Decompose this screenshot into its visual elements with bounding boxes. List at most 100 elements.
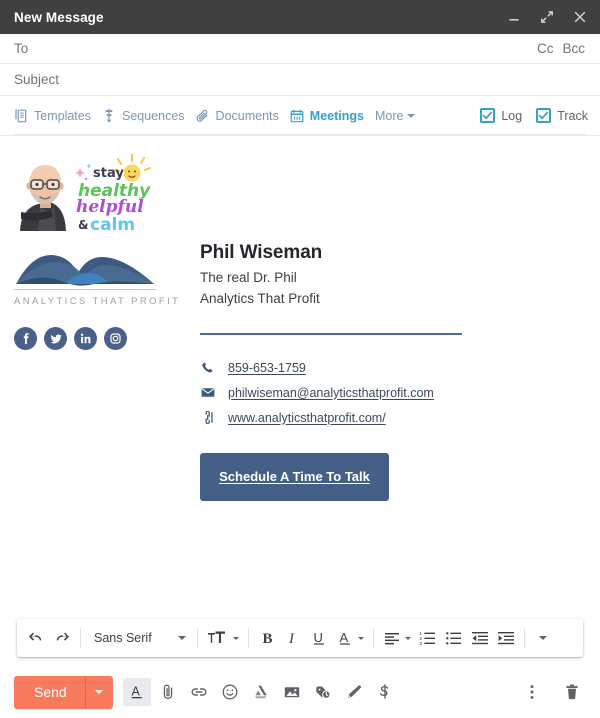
chevron-down-icon: [357, 636, 364, 640]
svg-text:helpful: helpful: [76, 197, 144, 217]
emoji-icon[interactable]: [216, 678, 244, 706]
bcc-button[interactable]: Bcc: [562, 41, 585, 56]
documents-button[interactable]: Documents: [196, 108, 279, 123]
text-color-button[interactable]: A: [332, 623, 368, 653]
indent-button[interactable]: [493, 623, 519, 653]
email-link[interactable]: philwiseman@analyticsthatprofit.com: [228, 386, 434, 400]
logo-wordmark: ANALYTICS THAT PROFIT: [14, 296, 181, 307]
track-toggle[interactable]: Track: [536, 108, 588, 123]
cc-button[interactable]: Cc: [537, 41, 554, 56]
image-icon[interactable]: [278, 678, 306, 706]
numbered-list-button[interactable]: 1 2 3: [415, 623, 441, 653]
more-formatting-button[interactable]: [530, 623, 556, 653]
logo-divider: [14, 289, 156, 290]
hubspot-toggles: Log Track: [480, 108, 588, 123]
website-link[interactable]: www.analyticsthatprofit.com/: [228, 411, 386, 425]
contact-email-row: philwiseman@analyticsthatprofit.com: [200, 386, 600, 400]
format-toolbar-wrap: Sans Serif B I U A 1 2 3: [0, 610, 600, 666]
track-label: Track: [557, 108, 588, 123]
expand-button[interactable]: [539, 9, 555, 25]
mountain-logo-icon: [16, 254, 154, 286]
instagram-icon[interactable]: [104, 327, 127, 350]
twitter-icon[interactable]: [44, 327, 67, 350]
company-logo: ANALYTICS THAT PROFIT: [14, 244, 181, 307]
svg-text:B: B: [262, 631, 272, 647]
send-options-button[interactable]: [86, 676, 113, 709]
bulleted-list-button[interactable]: [441, 623, 467, 653]
chevron-down-icon: [232, 636, 239, 640]
compose-window: New Message To Cc Bcc Subject Templates …: [0, 0, 600, 718]
log-toggle[interactable]: Log: [480, 108, 522, 123]
linkedin-icon[interactable]: [74, 327, 97, 350]
svg-text:A: A: [339, 630, 348, 645]
meetings-button[interactable]: Meetings: [290, 108, 364, 123]
signature-right-column: Phil Wiseman The real Dr. Phil Analytics…: [186, 150, 600, 501]
signature-left-column: stay healthy helpful & calm ANALYTICS TH…: [14, 150, 186, 501]
cc-bcc-group: Cc Bcc: [537, 41, 585, 56]
message-body[interactable]: stay healthy helpful & calm ANALYTICS TH…: [0, 136, 600, 610]
toolbar-divider: [523, 628, 525, 648]
discard-draft-icon[interactable]: [558, 678, 586, 706]
track-checkbox[interactable]: [536, 108, 552, 123]
svg-text:3: 3: [419, 641, 422, 647]
log-checkbox[interactable]: [480, 108, 496, 123]
svg-text:calm: calm: [90, 215, 135, 232]
envelope-icon: [200, 387, 215, 398]
schedule-cta-label: Schedule A Time To Talk: [219, 469, 370, 484]
underline-button[interactable]: U: [306, 623, 332, 653]
bold-button[interactable]: B: [254, 623, 280, 653]
subject-label: Subject: [14, 72, 60, 87]
documents-label: Documents: [215, 108, 279, 123]
toolbar-divider: [80, 628, 81, 648]
send-bar-right: [518, 678, 586, 706]
meetings-label: Meetings: [309, 108, 364, 123]
drive-icon[interactable]: [247, 678, 275, 706]
close-button[interactable]: [572, 9, 588, 25]
more-options-icon[interactable]: [518, 678, 546, 706]
toolbar-divider: [247, 628, 249, 648]
sequences-button[interactable]: Sequences: [102, 108, 185, 123]
email-signature: stay healthy helpful & calm ANALYTICS TH…: [0, 146, 600, 501]
link-icon[interactable]: [185, 678, 213, 706]
svg-text:stay: stay: [93, 166, 124, 181]
italic-button[interactable]: I: [280, 623, 306, 653]
font-family-select[interactable]: Sans Serif: [86, 631, 192, 645]
schedule-cta-button[interactable]: Schedule A Time To Talk: [200, 452, 389, 501]
paperclip-icon: [196, 108, 211, 123]
to-row[interactable]: To Cc Bcc: [0, 34, 600, 64]
send-button[interactable]: Send: [14, 676, 85, 709]
facebook-icon[interactable]: [14, 327, 37, 350]
sequences-label: Sequences: [121, 108, 185, 123]
outdent-button[interactable]: [467, 623, 493, 653]
svg-text:U: U: [313, 630, 322, 645]
chevron-down-icon: [177, 636, 186, 640]
window-title: New Message: [14, 9, 104, 25]
font-size-select[interactable]: [203, 623, 243, 653]
align-button[interactable]: [379, 623, 415, 653]
chevron-down-icon: [407, 113, 416, 118]
redo-button[interactable]: [49, 623, 75, 653]
money-icon[interactable]: [371, 678, 399, 706]
svg-text:I: I: [288, 631, 295, 647]
subject-row[interactable]: Subject: [0, 64, 600, 96]
compose-action-icons: A: [122, 678, 399, 706]
templates-icon: [14, 108, 29, 123]
confidential-icon[interactable]: [309, 678, 337, 706]
attach-icon[interactable]: [154, 678, 182, 706]
templates-button[interactable]: Templates: [14, 108, 91, 123]
minimize-button[interactable]: [506, 9, 522, 25]
signature-icon[interactable]: [340, 678, 368, 706]
undo-button[interactable]: [23, 623, 49, 653]
more-button[interactable]: More: [375, 109, 416, 123]
phone-link[interactable]: 859-653-1759: [228, 361, 306, 375]
log-label: Log: [501, 108, 523, 123]
calendar-icon: [290, 108, 305, 123]
chevron-down-icon: [95, 690, 104, 694]
svg-text:&: &: [78, 218, 88, 232]
chevron-down-icon: [404, 636, 411, 640]
send-button-group: Send: [14, 675, 113, 709]
contact-phone-row: 859-653-1759: [200, 361, 600, 375]
toolbar-divider: [196, 628, 198, 648]
format-icon[interactable]: A: [122, 678, 151, 706]
svg-text:A: A: [131, 685, 140, 699]
